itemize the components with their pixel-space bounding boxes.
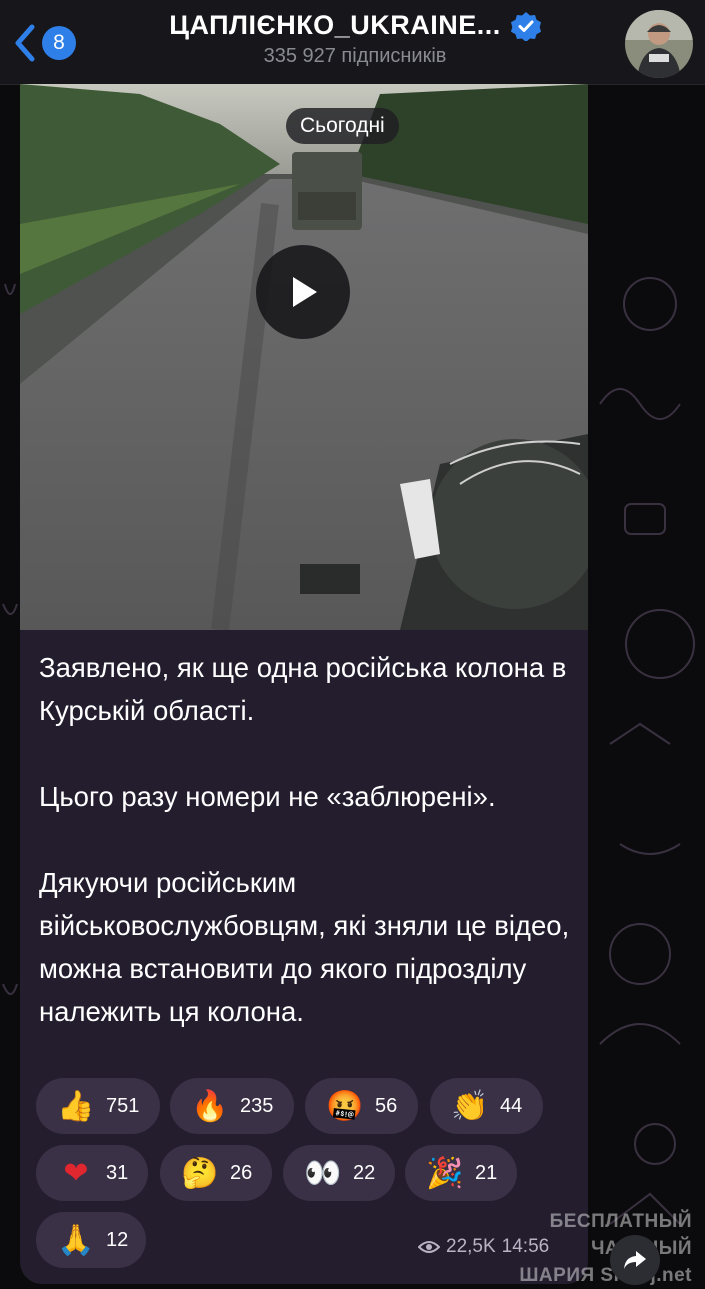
- channel-avatar[interactable]: [625, 10, 693, 78]
- reaction-count: 751: [106, 1094, 140, 1117]
- reaction-count: 235: [240, 1094, 274, 1117]
- reaction-folded-hands[interactable]: 🙏 12: [36, 1212, 146, 1268]
- reaction-thumbs-up[interactable]: 👍 751: [36, 1078, 160, 1134]
- message-time: 14:56: [501, 1236, 550, 1257]
- reaction-heart[interactable]: ❤ 31: [36, 1145, 148, 1201]
- channel-title: ЦАПЛІЄНКО_UKRAINE...: [169, 10, 501, 40]
- reaction-fire[interactable]: 🔥 235: [170, 1078, 294, 1134]
- reaction-count: 44: [500, 1094, 523, 1117]
- unread-count-badge: 8: [42, 26, 76, 60]
- reaction-cursing-face[interactable]: 🤬 56: [305, 1078, 418, 1134]
- subscriber-count: 335 927 підписників: [263, 45, 447, 67]
- video-thumbnail: [20, 84, 588, 630]
- heart-icon: ❤: [63, 1156, 89, 1190]
- folded-hands-icon: 🙏: [57, 1223, 95, 1257]
- fire-icon: 🔥: [191, 1089, 229, 1123]
- play-button[interactable]: [256, 245, 350, 339]
- party-popper-icon: 🎉: [426, 1156, 464, 1190]
- reaction-eyes[interactable]: 👀 22: [283, 1145, 395, 1201]
- chevron-left-icon: [15, 24, 35, 62]
- reaction-count: 21: [475, 1161, 498, 1184]
- avatar-image: [625, 10, 693, 78]
- verified-badge-icon: [510, 11, 541, 41]
- reaction-party-popper[interactable]: 🎉 21: [405, 1145, 517, 1201]
- reaction-count: 26: [230, 1161, 253, 1184]
- reaction-count: 12: [106, 1228, 129, 1251]
- clapping-hands-icon: 👏: [451, 1089, 489, 1123]
- back-button[interactable]: 8: [10, 20, 90, 66]
- reaction-count: 56: [375, 1094, 398, 1117]
- chat-header: 8 ЦАПЛІЄНКО_UKRAINE... 335 927 підписник…: [0, 0, 705, 85]
- share-button[interactable]: [610, 1235, 660, 1285]
- view-count: 22,5K: [446, 1236, 496, 1257]
- video-preview[interactable]: Сьогодні: [20, 84, 588, 630]
- message-meta: 22,5K 14:56: [418, 1236, 549, 1258]
- channel-info[interactable]: ЦАПЛІЄНКО_UKRAINE... 335 927 підписників: [120, 10, 590, 68]
- message-paragraph: Цього разу номери не «заблюрені».: [39, 781, 496, 812]
- message-paragraph: Заявлено, як ще одна російська колона в …: [39, 652, 567, 726]
- message-bubble: Сьогодні Заявлено, як ще одна російська …: [20, 84, 588, 1284]
- reaction-count: 22: [353, 1161, 376, 1184]
- message-paragraph: Дякуючи російським військовослужбовцям, …: [39, 867, 570, 1027]
- thinking-face-icon: 🤔: [181, 1156, 219, 1190]
- reaction-count: 31: [106, 1161, 129, 1184]
- play-icon: [293, 277, 317, 307]
- eyes-icon: 👀: [304, 1156, 342, 1190]
- reaction-clapping-hands[interactable]: 👏 44: [430, 1078, 543, 1134]
- reaction-thinking-face[interactable]: 🤔 26: [160, 1145, 272, 1201]
- date-separator: Сьогодні: [286, 108, 399, 144]
- share-arrow-icon: [624, 1251, 646, 1269]
- message-text: Заявлено, як ще одна російська колона в …: [39, 646, 579, 1033]
- eye-icon: [418, 1241, 440, 1253]
- cursing-face-icon: 🤬: [326, 1089, 364, 1123]
- thumbs-up-icon: 👍: [57, 1089, 95, 1123]
